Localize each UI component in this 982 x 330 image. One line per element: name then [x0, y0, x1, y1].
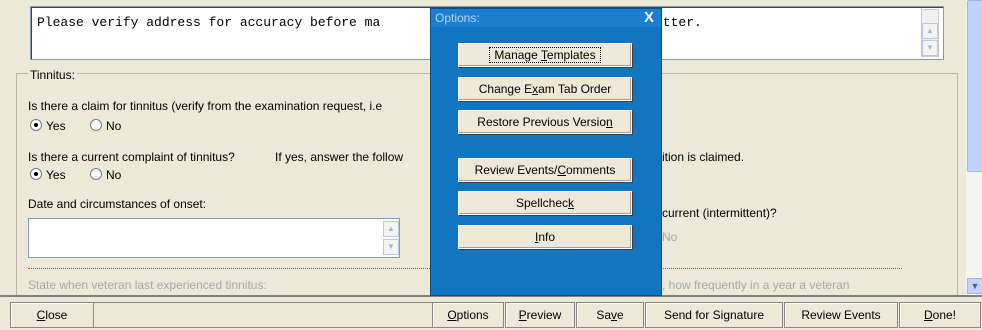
scroll-down-icon[interactable]: ▼ — [922, 40, 938, 56]
done-button-label: one! — [932, 308, 957, 322]
done-button[interactable]: Done! — [899, 302, 981, 328]
claim-no-label: No — [106, 119, 122, 133]
complaint-no-label: No — [106, 168, 122, 182]
options-popup: Options: X Manage Templates Change Exam … — [430, 8, 662, 296]
tinnitus-group-label: Tinnitus: — [28, 68, 77, 82]
note-text: Please verify address for accuracy befor… — [37, 15, 381, 30]
preview-button-label: review — [526, 308, 562, 322]
restore-previous-version-button[interactable]: Restore Previous Version — [458, 110, 632, 134]
bottom-spacer — [93, 302, 433, 328]
review-events-button[interactable]: Review Events — [784, 302, 898, 328]
close-button-label: lose — [45, 308, 68, 322]
radio-empty-icon — [90, 168, 102, 180]
save-button-label-pre: Sa — [596, 308, 611, 322]
options-title-bar[interactable]: Options: X — [431, 9, 661, 27]
send-for-signature-button[interactable]: Send for Signature — [645, 302, 783, 328]
btn-label-post: am Tab Order — [538, 82, 612, 96]
scroll-up-icon[interactable]: ▲ — [922, 23, 938, 39]
radio-checked-icon — [30, 119, 42, 131]
btn-label-pre: Restore Previous Versio — [477, 115, 607, 129]
options-title: Options: — [435, 11, 480, 25]
btn-label-pre: Review Events/ — [474, 163, 558, 177]
complaint-no-radio[interactable]: No — [90, 168, 121, 182]
note-text-tail: etter. — [655, 15, 702, 30]
save-button[interactable]: Save — [576, 302, 644, 328]
last-experienced-label: State when veteran last experienced tinn… — [28, 278, 267, 292]
recurrent-no-radio[interactable]: No — [662, 230, 677, 244]
btn-hotkey: n — [606, 115, 613, 129]
btn-label-post: omments — [566, 163, 616, 177]
save-button-label: e — [617, 308, 624, 322]
options-button-label: ptions — [456, 308, 489, 322]
preview-button[interactable]: Preview — [505, 302, 575, 328]
manage-templates-button[interactable]: Manage Templates — [458, 43, 632, 67]
complaint-question: Is there a current complaint of tinnitus… — [28, 150, 235, 164]
onset-label: Date and circumstances of onset: — [28, 197, 207, 211]
btn-label-pre: Change E — [478, 82, 533, 96]
change-exam-tab-order-button[interactable]: Change Exam Tab Order — [458, 77, 632, 101]
claim-yes-radio[interactable]: Yes — [30, 119, 66, 133]
scroll-down-icon[interactable]: ▼ — [383, 239, 399, 255]
complaint-yes-label: Yes — [46, 168, 66, 182]
review-events-comments-button[interactable]: Review Events/Comments — [458, 158, 632, 182]
btn-hotkey: k — [568, 196, 575, 210]
radio-checked-icon — [30, 168, 42, 180]
info-button[interactable]: Info — [458, 225, 632, 249]
claim-no-radio[interactable]: No — [90, 119, 121, 133]
btn-label-post: emplates — [546, 48, 596, 62]
btn-hotkey: C — [557, 163, 566, 177]
options-button[interactable]: Options — [432, 302, 504, 328]
complaint-follow-text: If yes, answer the follow — [275, 150, 404, 164]
claim-yes-label: Yes — [46, 119, 66, 133]
complaint-yes-radio[interactable]: Yes — [30, 168, 66, 182]
preview-button-hotkey: P — [518, 308, 527, 322]
btn-label-pre: Spellchec — [515, 196, 569, 210]
close-button[interactable]: Close — [10, 302, 94, 328]
frequency-label: , how frequently in a year a veteran — [662, 278, 850, 292]
claim-question: Is there a claim for tinnitus (verify fr… — [28, 99, 383, 113]
done-button-hotkey: D — [923, 308, 933, 322]
scrollbar-thumb[interactable] — [967, 0, 982, 172]
scroll-up-icon[interactable]: ▲ — [383, 221, 399, 237]
scroll-down-icon[interactable]: ▼ — [967, 278, 982, 294]
onset-textarea[interactable]: ▲ ▼ — [28, 218, 400, 258]
btn-label-pre: Manage — [494, 48, 541, 62]
recurrent-no-label: No — [662, 230, 678, 244]
spellcheck-button[interactable]: Spellcheck — [458, 191, 632, 215]
note-scrollbar[interactable]: ▲ ▼ — [921, 9, 939, 57]
btn-label-post: nfo — [538, 230, 556, 244]
radio-empty-icon — [90, 119, 102, 131]
complaint-tail-text: ition is claimed. — [662, 150, 745, 164]
options-button-hotkey: O — [447, 308, 457, 322]
recurrent-label: current (intermittent)? — [662, 206, 777, 220]
close-icon[interactable]: X — [639, 9, 659, 26]
